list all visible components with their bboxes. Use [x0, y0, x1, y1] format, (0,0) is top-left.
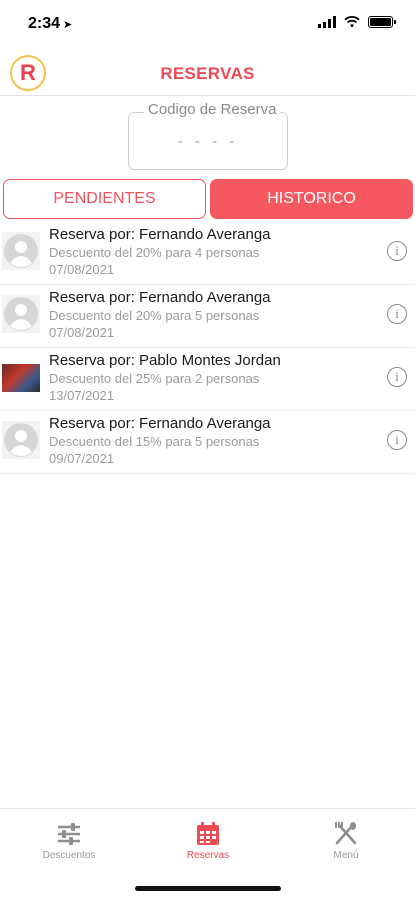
reservation-discount: Descuento del 25% para 2 personas: [49, 371, 260, 386]
user-placeholder-icon: [4, 297, 38, 331]
tab-descuentos-label: Descuentos: [42, 850, 96, 861]
reservation-discount: Descuento del 20% para 5 personas: [49, 308, 260, 323]
tab-reservas-label: Reservas: [186, 850, 230, 861]
tab-pendientes[interactable]: PENDIENTES: [3, 179, 206, 219]
reservation-date: 07/08/2021: [49, 325, 115, 340]
reservation-title: Reserva por: Fernando Averanga: [49, 226, 271, 243]
list-item[interactable]: Reserva por: Fernando Averanga Descuento…: [0, 222, 415, 285]
list-item[interactable]: Reserva por: Fernando Averanga Descuento…: [0, 411, 415, 474]
list-item[interactable]: Reserva por: Fernando Averanga Descuento…: [0, 285, 415, 348]
calendar-icon: [197, 822, 219, 845]
reservation-list: Reserva por: Fernando Averanga Descuento…: [0, 222, 415, 474]
reservation-code-placeholder[interactable]: - - - -: [128, 133, 288, 150]
status-time: 2:34 ➤: [28, 15, 73, 32]
tab-menu[interactable]: Menú: [296, 821, 396, 861]
nav-bar: R RESERVAS: [0, 52, 415, 96]
reservation-discount: Descuento del 15% para 5 personas: [49, 434, 260, 449]
home-indicator[interactable]: [135, 886, 281, 891]
reservation-code-label: Codigo de Reserva: [144, 101, 281, 118]
reservation-date: 09/07/2021: [49, 451, 115, 466]
reservation-date: 13/07/2021: [49, 388, 115, 403]
user-placeholder-icon: [4, 234, 38, 268]
avatar-photo: [2, 364, 40, 392]
tab-reservas[interactable]: Reservas: [158, 821, 258, 861]
page-title: RESERVAS: [160, 64, 255, 83]
sliders-icon: [58, 823, 80, 845]
wifi-icon: [344, 16, 360, 28]
reservation-date: 07/08/2021: [49, 262, 115, 277]
info-icon[interactable]: i: [387, 367, 407, 387]
tab-menu-label: Menú: [333, 850, 359, 861]
reservation-title: Reserva por: Pablo Montes Jordan: [49, 352, 281, 369]
list-item[interactable]: Reserva por: Pablo Montes Jordan Descuen…: [0, 348, 415, 411]
battery-icon: [368, 16, 396, 28]
avatar: [2, 421, 40, 459]
info-icon[interactable]: i: [387, 241, 407, 261]
reservation-discount: Descuento del 20% para 4 personas: [49, 245, 260, 260]
reservation-title: Reserva por: Fernando Averanga: [49, 289, 271, 306]
status-icons: [318, 16, 396, 28]
user-placeholder-icon: [4, 423, 38, 457]
signal-icon: [318, 16, 336, 28]
status-bar: 2:34 ➤: [0, 0, 415, 48]
reservation-title: Reserva por: Fernando Averanga: [49, 415, 271, 432]
tab-descuentos[interactable]: Descuentos: [19, 821, 119, 861]
info-icon[interactable]: i: [387, 430, 407, 450]
location-icon: ➤: [63, 19, 73, 31]
tab-historico[interactable]: HISTORICO: [210, 179, 413, 219]
avatar: [2, 295, 40, 333]
avatar: [2, 232, 40, 270]
info-icon[interactable]: i: [387, 304, 407, 324]
utensils-icon: [335, 822, 357, 845]
